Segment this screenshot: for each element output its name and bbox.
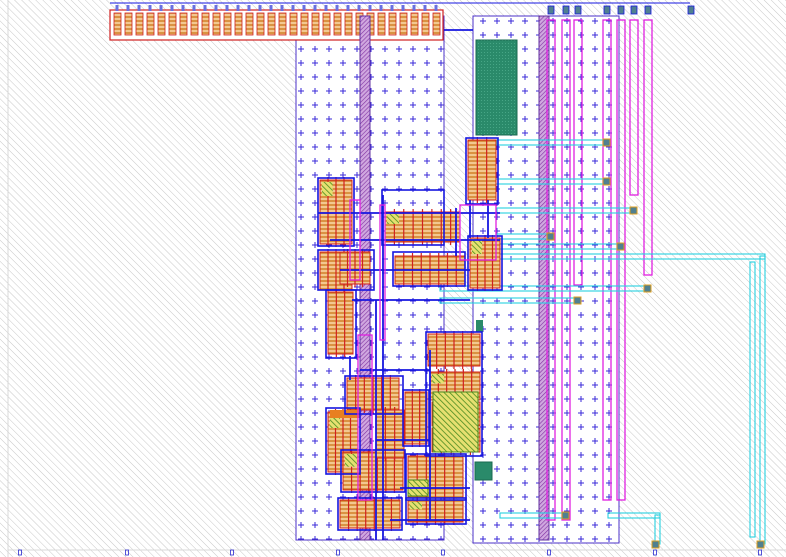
transistor-block[interactable] xyxy=(427,331,481,369)
top-pin[interactable] xyxy=(168,12,177,36)
top-pin-stub xyxy=(192,5,196,11)
diffusion xyxy=(467,139,497,201)
top-pin[interactable] xyxy=(300,12,309,36)
top-pin[interactable] xyxy=(388,12,397,36)
transistor-block[interactable] xyxy=(339,497,401,531)
top-pin-stub xyxy=(379,5,383,11)
via-contact[interactable] xyxy=(602,177,611,186)
layout-canvas[interactable] xyxy=(0,0,786,557)
top-pin[interactable] xyxy=(289,12,298,36)
top-pin[interactable] xyxy=(223,12,232,36)
active-region xyxy=(410,502,422,510)
top-pin-stub xyxy=(258,5,262,11)
transistor-block[interactable] xyxy=(319,177,353,247)
top-pin[interactable] xyxy=(234,12,243,36)
top-pin-stub xyxy=(412,5,416,11)
via-contact[interactable] xyxy=(629,206,638,215)
top-pin-stub xyxy=(357,5,361,11)
top-pin[interactable] xyxy=(278,12,287,36)
top-pin-stub xyxy=(335,5,339,11)
transistor-block[interactable] xyxy=(339,249,371,287)
transistor-block[interactable] xyxy=(467,137,497,203)
via-contact[interactable] xyxy=(573,296,582,305)
top-pin[interactable] xyxy=(333,12,342,36)
transistor-block[interactable] xyxy=(327,289,354,357)
active-region xyxy=(387,214,399,224)
top-pin-stub xyxy=(291,5,295,11)
top-pin-stub xyxy=(313,5,317,11)
top-pin[interactable] xyxy=(399,12,408,36)
top-pin-stub xyxy=(225,5,229,11)
top-via-pin[interactable] xyxy=(603,5,611,15)
diffusion xyxy=(404,391,428,445)
top-pin[interactable] xyxy=(245,12,254,36)
active-region xyxy=(345,454,357,467)
top-pin[interactable] xyxy=(256,12,265,36)
top-pin-stub xyxy=(159,5,163,11)
top-pin[interactable] xyxy=(432,12,441,36)
top-pin-stub xyxy=(401,5,405,11)
top-pin-stub xyxy=(324,5,328,11)
via-contact[interactable] xyxy=(602,138,611,147)
top-via-pin[interactable] xyxy=(617,5,625,15)
top-pin[interactable] xyxy=(410,12,419,36)
top-pin-stub xyxy=(269,5,273,11)
via-contact[interactable] xyxy=(616,242,625,251)
top-pin[interactable] xyxy=(179,12,188,36)
top-pin[interactable] xyxy=(201,12,210,36)
top-pin-stub xyxy=(214,5,218,11)
top-pin[interactable] xyxy=(113,12,122,36)
top-pin-stub xyxy=(346,5,350,11)
top-pin[interactable] xyxy=(377,12,386,36)
via-contact[interactable] xyxy=(643,284,652,293)
top-pin-stub xyxy=(302,5,306,11)
top-pin[interactable] xyxy=(421,12,430,36)
top-pin-stub xyxy=(390,5,394,11)
top-pin-stub xyxy=(280,5,284,11)
via-contact[interactable] xyxy=(651,540,660,549)
top-pin-stub xyxy=(423,5,427,11)
top-via-pin[interactable] xyxy=(562,5,570,15)
top-pin[interactable] xyxy=(267,12,276,36)
top-pin-stub xyxy=(181,5,185,11)
via-contact[interactable] xyxy=(546,232,555,241)
top-pin[interactable] xyxy=(190,12,199,36)
top-via-pin[interactable] xyxy=(630,5,638,15)
top-via-pin[interactable] xyxy=(644,5,652,15)
top-pin[interactable] xyxy=(135,12,144,36)
top-pin-stub xyxy=(203,5,207,11)
via-contact[interactable] xyxy=(561,511,570,520)
active-region xyxy=(472,240,482,254)
via-contact[interactable] xyxy=(756,540,765,549)
transistor-block[interactable] xyxy=(404,389,428,447)
top-pin-stub xyxy=(434,5,438,11)
top-pin-stub xyxy=(126,5,130,11)
top-via-pin[interactable] xyxy=(547,5,555,15)
top-pin[interactable] xyxy=(344,12,353,36)
top-pin-stub xyxy=(115,5,119,11)
active-region xyxy=(432,374,444,384)
top-pin[interactable] xyxy=(212,12,221,36)
top-pin-stub xyxy=(148,5,152,11)
active-region xyxy=(322,182,333,196)
active-region[interactable] xyxy=(432,391,479,453)
teal-pad-small[interactable] xyxy=(474,461,493,481)
teal-pad-mid[interactable] xyxy=(476,320,483,332)
top-pin-stub xyxy=(247,5,251,11)
top-pin[interactable] xyxy=(311,12,320,36)
top-pin[interactable] xyxy=(124,12,133,36)
top-pin-stub xyxy=(368,5,372,11)
diffusion xyxy=(327,291,354,355)
top-pin-stub xyxy=(170,5,174,11)
top-pin[interactable] xyxy=(146,12,155,36)
top-via-pin[interactable] xyxy=(687,5,695,15)
top-pin-stub xyxy=(137,5,141,11)
top-pin[interactable] xyxy=(322,12,331,36)
top-pin-stub xyxy=(236,5,240,11)
teal-pad-top[interactable] xyxy=(475,39,518,136)
top-via-pin[interactable] xyxy=(574,5,582,15)
top-pin[interactable] xyxy=(157,12,166,36)
transistor-block[interactable] xyxy=(375,407,405,461)
